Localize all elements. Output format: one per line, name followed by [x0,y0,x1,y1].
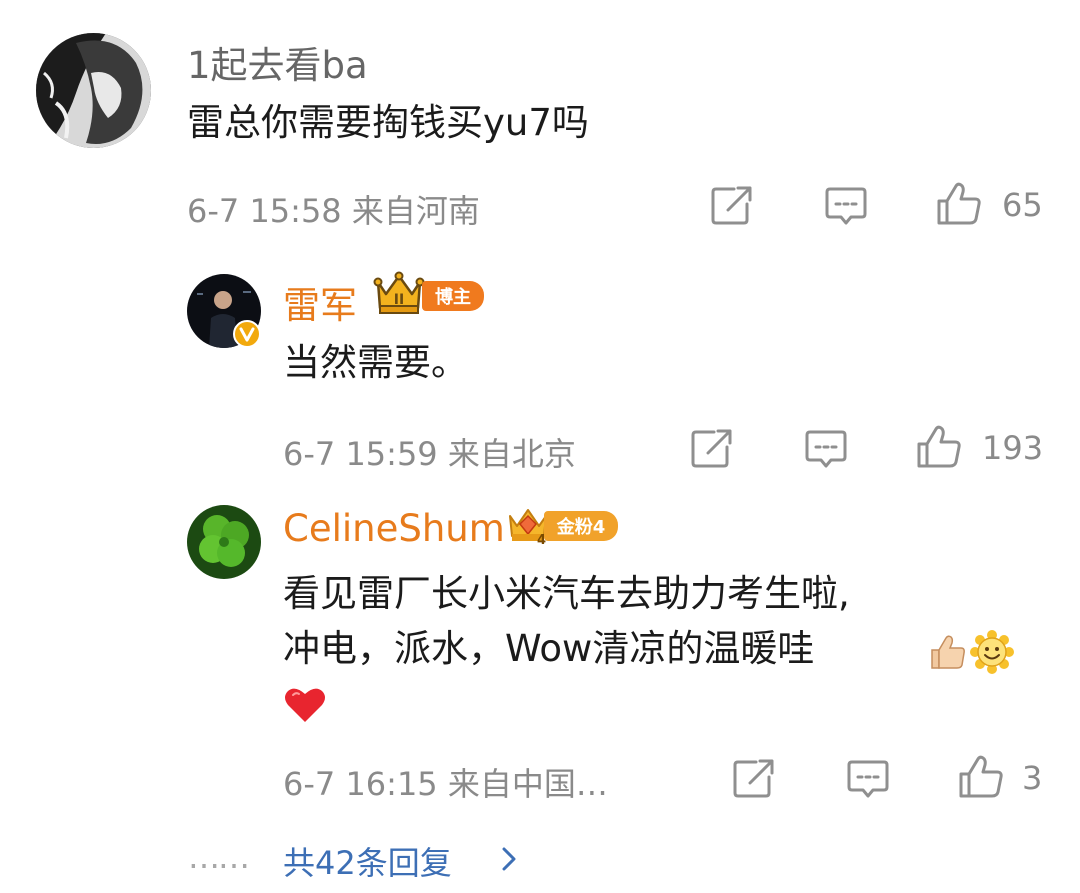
comment-meta: 6-7 15:58 来自河南 [187,192,480,230]
verified-icon [233,320,261,352]
like-count: 65 [1002,186,1043,224]
heart-emoji-icon [284,686,326,728]
comment-icon[interactable] [824,186,868,226]
username[interactable]: 1起去看ba [187,35,368,89]
avatar[interactable] [187,505,261,579]
username[interactable]: 雷军 [283,275,357,329]
like-icon[interactable] [916,425,962,469]
crown-icon: II [372,270,426,320]
share-icon[interactable] [690,429,734,469]
thumbs-up-emoji-icon [928,632,968,676]
comment-icon[interactable] [804,429,848,469]
fan-badge-label: 金粉4 [556,517,606,538]
like-count: 3 [1022,759,1043,797]
more-replies-link[interactable]: 共42条回复 [283,838,452,884]
chevron-right-icon[interactable] [500,846,518,876]
comment-icon[interactable] [846,759,890,799]
svg-text:II: II [394,292,404,308]
fan-badge: 金粉4 [544,511,618,541]
blogger-badge-label: 博主 [435,287,471,308]
avatar[interactable] [36,33,151,148]
more-replies-dots: …… [188,838,250,876]
smile-emoji-icon [970,630,1014,678]
like-icon[interactable] [958,755,1004,799]
blogger-badge: 博主 [422,281,484,311]
comment-meta: 6-7 16:15 来自中国… [283,765,608,803]
like-icon[interactable] [936,182,982,226]
comment-meta: 6-7 15:59 来自北京 [283,435,576,473]
comment-text: 当然需要。 [283,341,468,384]
share-icon[interactable] [732,759,776,799]
comment-text: 雷总你需要掏钱买yu7吗 [187,101,589,144]
share-icon[interactable] [710,186,754,226]
username[interactable]: CelineShum [283,507,505,550]
comment-text-line-2: 冲电，派水，Wow清凉的温暖哇 [283,627,815,670]
like-count: 193 [982,429,1044,467]
comment-text-line-1: 看见雷厂长小米汽车去助力考生啦, [283,572,850,615]
